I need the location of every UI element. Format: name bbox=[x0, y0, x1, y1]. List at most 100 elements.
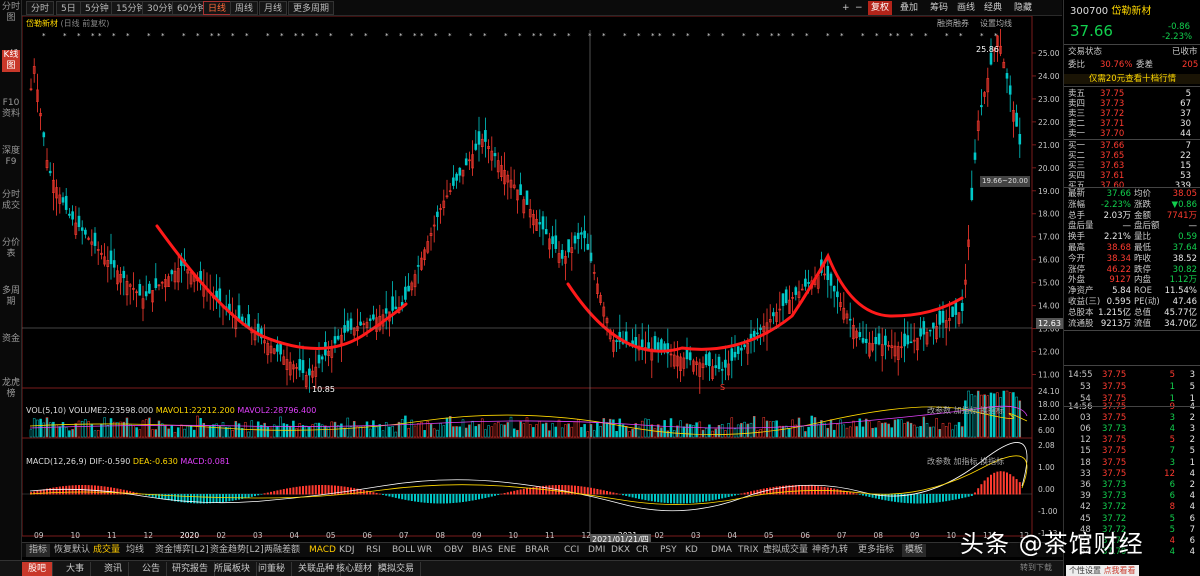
volume-bar bbox=[468, 424, 471, 438]
macd-bar bbox=[810, 485, 813, 495]
volume-bar bbox=[250, 420, 254, 438]
volume-bar bbox=[455, 426, 458, 438]
classic-button[interactable]: 经典 bbox=[984, 1, 1002, 15]
vol-name: VOL(5,10) bbox=[26, 406, 67, 415]
status-tab[interactable]: 资讯 bbox=[98, 562, 130, 576]
plus-button[interactable]: + bbox=[842, 1, 850, 15]
promo-link[interactable]: 仅需20元查看十档行情 bbox=[1064, 74, 1200, 84]
macd-add-indicator[interactable]: 加指标 bbox=[954, 457, 978, 466]
indicator-tab[interactable]: 成交量 bbox=[93, 544, 120, 557]
indicator-tab[interactable]: OBV bbox=[444, 544, 463, 557]
indicator-tab[interactable]: DMA bbox=[711, 544, 732, 557]
macd-bar bbox=[404, 494, 407, 500]
indicator-tab[interactable]: KD bbox=[685, 544, 698, 557]
toast-button[interactable]: 点我看看 bbox=[1104, 566, 1136, 575]
chip-button[interactable]: 筹码 bbox=[930, 1, 948, 15]
indicator-tab[interactable]: 指标 bbox=[26, 544, 51, 557]
nav-multi[interactable]: 多周期 bbox=[2, 286, 20, 308]
macd-bar bbox=[529, 487, 532, 495]
indicator-tab[interactable]: CR bbox=[636, 544, 649, 557]
indicator-tab[interactable]: KDJ bbox=[339, 544, 355, 557]
volume-bar bbox=[352, 420, 356, 438]
indicator-tab[interactable]: 神奇九转 bbox=[812, 544, 848, 557]
indicator-tab[interactable]: DKX bbox=[611, 544, 630, 557]
volume-bar bbox=[941, 423, 945, 438]
volume-bar bbox=[807, 426, 810, 438]
vol-add-indicator[interactable]: 加指标 bbox=[954, 406, 978, 415]
volume-bar bbox=[538, 421, 542, 438]
tab-period[interactable]: 月线 bbox=[259, 1, 288, 15]
nav-fund[interactable]: 资金 bbox=[2, 334, 20, 345]
indicator-tab[interactable]: 恢复默认 bbox=[54, 544, 90, 557]
overlay-button[interactable]: 叠加 bbox=[900, 1, 918, 15]
nav-kline[interactable]: K线图 bbox=[2, 50, 20, 72]
indicator-tab[interactable]: BOLL bbox=[392, 544, 415, 557]
indicator-tab[interactable]: 资金博弈[L2] bbox=[155, 544, 209, 557]
status-tab[interactable]: 所属板块 bbox=[208, 562, 258, 576]
ma-settings[interactable]: 设置均线 bbox=[980, 18, 1012, 29]
macd-bar bbox=[337, 485, 340, 495]
macd-edit-param[interactable]: 改参数 bbox=[927, 457, 951, 466]
fq-button[interactable]: 复权 bbox=[868, 1, 893, 15]
indicator-tab[interactable]: ENE bbox=[498, 544, 516, 557]
tab-period[interactable]: 5日 bbox=[56, 1, 81, 15]
indicator-tab[interactable]: 均线 bbox=[126, 544, 144, 557]
vol-switch-indicator[interactable]: 换指标 bbox=[980, 406, 1004, 415]
indicator-tab[interactable]: TRIX bbox=[738, 544, 759, 557]
tab-more-period[interactable]: 更多周期 bbox=[288, 1, 335, 15]
stat-value: — bbox=[1188, 221, 1198, 232]
info-marker: * bbox=[469, 32, 473, 40]
vol-edit-param[interactable]: 改参数 bbox=[927, 406, 951, 415]
hide-button[interactable]: 隐藏 bbox=[1014, 1, 1032, 15]
minus-button[interactable]: − bbox=[855, 1, 863, 15]
macd-switch-indicator[interactable]: 换指标 bbox=[980, 457, 1004, 466]
tick-count: 2 bbox=[1189, 435, 1195, 446]
indicator-tab[interactable]: 模板 bbox=[902, 544, 927, 557]
indicator-tab[interactable]: RSI bbox=[366, 544, 381, 557]
indicator-tab[interactable]: BRAR bbox=[525, 544, 549, 557]
macd-bar bbox=[567, 485, 570, 495]
macd-bar bbox=[407, 494, 410, 501]
indicator-tab[interactable]: 资金趋势[L2] bbox=[210, 544, 264, 557]
stat-label: 金额 bbox=[1134, 210, 1152, 221]
indicator-tab[interactable]: PSY bbox=[660, 544, 677, 557]
tab-period[interactable]: 分时 bbox=[26, 1, 55, 15]
footer-hint: 转到下载 bbox=[1020, 563, 1052, 572]
macd-tools: 改参数 加指标 换指标 bbox=[927, 456, 1004, 467]
tab-period[interactable]: 周线 bbox=[230, 1, 259, 15]
status-tab[interactable]: 公告 bbox=[136, 562, 168, 576]
volume-bar bbox=[29, 429, 33, 438]
indicator-tab[interactable]: 虚拟成交量 bbox=[763, 544, 808, 557]
macd-bar bbox=[276, 490, 279, 495]
nav-dragon[interactable]: 龙虎榜 bbox=[2, 378, 20, 400]
indicator-tab[interactable]: MACD bbox=[309, 544, 336, 557]
status-tab[interactable]: 大事 bbox=[60, 562, 92, 576]
indicator-tab[interactable]: 更多指标 bbox=[858, 544, 894, 557]
info-marker: * bbox=[889, 32, 893, 40]
draw-button[interactable]: 画线 bbox=[957, 1, 975, 15]
tab-period-active[interactable]: 日线 bbox=[203, 1, 232, 15]
status-tab[interactable]: 问董秘 bbox=[252, 562, 293, 576]
tab-period[interactable]: 5分钟 bbox=[80, 1, 114, 15]
kline-chart-area[interactable]: * * * * * * * * * * * * * * * * * * * * * * * * * * * * * * * * * * * * * * * *… bbox=[22, 16, 1063, 548]
indicator-tab[interactable]: 两融差额 bbox=[264, 544, 300, 557]
nav-f10[interactable]: F10资料 bbox=[2, 98, 20, 120]
indicator-tab[interactable]: CCI bbox=[564, 544, 579, 557]
stock-code-line: 300700 岱勒新材 bbox=[1070, 2, 1151, 17]
nav-price-table[interactable]: 分价表 bbox=[2, 238, 20, 260]
indicator-tab[interactable]: WR bbox=[417, 544, 432, 557]
nav-time[interactable]: 分时图 bbox=[2, 2, 20, 24]
status-tab[interactable]: 股吧 bbox=[22, 562, 54, 576]
candle-body bbox=[308, 368, 311, 376]
nav-depth[interactable]: 深度F9 bbox=[2, 146, 20, 168]
volume-bar bbox=[916, 426, 919, 438]
indicator-tab[interactable]: BIAS bbox=[472, 544, 493, 557]
nav-ticks[interactable]: 分时成交 bbox=[2, 190, 20, 212]
indicator-tab[interactable]: DMI bbox=[588, 544, 605, 557]
stat-value: 38.68 bbox=[1106, 243, 1131, 253]
macd-bar bbox=[836, 489, 839, 495]
x-tick-label: 12 bbox=[144, 531, 154, 540]
margin-label[interactable]: 融资融券 bbox=[937, 18, 969, 29]
price-crosshair-tag: 12.63 bbox=[1036, 318, 1063, 329]
status-tab[interactable]: 模拟交易 bbox=[372, 562, 422, 576]
